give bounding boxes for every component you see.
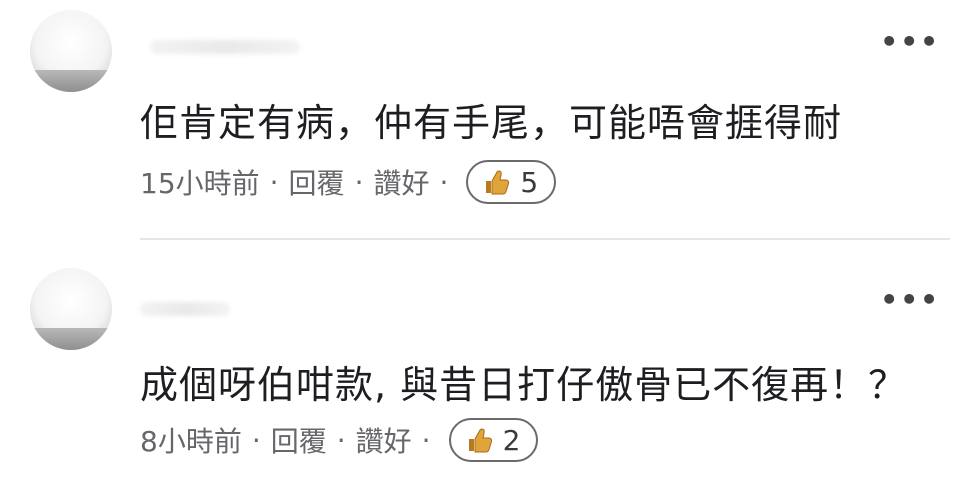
comment-text: 佢肯定有病，仲有手尾，可能唔會捱得耐 bbox=[140, 101, 843, 145]
separator: · bbox=[354, 165, 364, 199]
reaction-count-badge[interactable]: 2 bbox=[448, 418, 539, 462]
separator: · bbox=[251, 423, 261, 457]
comment-meta: 15小時前 · 回覆 · 讚好 · 5 bbox=[140, 160, 557, 204]
thumbs-up-icon bbox=[468, 428, 492, 453]
divider bbox=[140, 238, 950, 240]
comment-meta: 8小時前 · 回覆 · 讚好 · 2 bbox=[140, 418, 539, 462]
comment-item: ••• 成個呀伯咁款, 與昔日打仔傲骨已不復再！？ 8小時前 · 回覆 · 讚好… bbox=[0, 250, 960, 487]
reaction-count-badge[interactable]: 5 bbox=[466, 160, 557, 204]
separator: · bbox=[336, 423, 346, 457]
like-link[interactable]: 讚好 bbox=[356, 420, 412, 460]
author-name-blurred[interactable] bbox=[150, 40, 300, 54]
comment-time: 15小時前 bbox=[140, 167, 260, 200]
like-link[interactable]: 讚好 bbox=[373, 162, 429, 202]
author-name-blurred[interactable] bbox=[140, 302, 230, 316]
comment-text: 成個呀伯咁款, 與昔日打仔傲骨已不復再！？ bbox=[140, 363, 908, 407]
reaction-count: 2 bbox=[502, 423, 521, 457]
more-options-icon[interactable]: ••• bbox=[880, 286, 940, 314]
separator: · bbox=[269, 165, 279, 199]
reply-link[interactable]: 回覆 bbox=[289, 162, 345, 202]
reaction-count: 5 bbox=[520, 165, 539, 199]
thumbs-up-icon bbox=[486, 170, 510, 195]
avatar[interactable] bbox=[30, 268, 112, 350]
more-options-icon[interactable]: ••• bbox=[880, 28, 940, 56]
reply-link[interactable]: 回覆 bbox=[271, 420, 327, 460]
separator: · bbox=[421, 423, 431, 457]
avatar[interactable] bbox=[30, 10, 112, 92]
separator: · bbox=[439, 165, 449, 199]
comment-time: 8小時前 bbox=[140, 425, 242, 458]
comment-item: ••• 佢肯定有病，仲有手尾，可能唔會捱得耐 15小時前 · 回覆 · 讚好 ·… bbox=[0, 0, 960, 236]
